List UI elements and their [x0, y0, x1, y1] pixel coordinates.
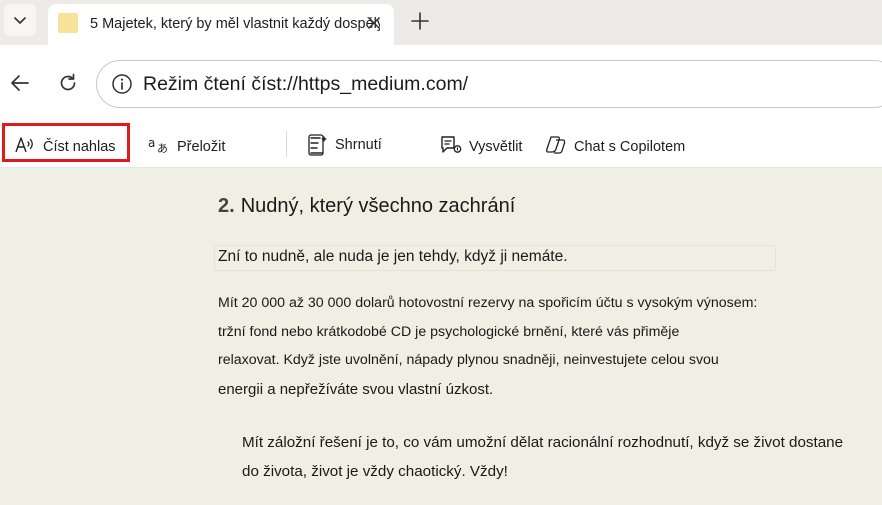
new-tab-button[interactable] — [404, 5, 436, 37]
tab-title: 5 Majetek, který by měl vlastnit každý d… — [90, 16, 380, 32]
back-arrow-icon — [11, 75, 29, 91]
explain-button[interactable]: Vysvětlit — [440, 129, 522, 161]
info-icon[interactable] — [111, 73, 133, 95]
paragraph-line: Mít 20 000 až 30 000 dolarů hotovostní r… — [218, 295, 758, 311]
svg-text:あ: あ — [157, 142, 168, 155]
address-bar[interactable]: Režim čtení číst://https_medium.com/ — [96, 60, 882, 108]
explain-label: Vysvětlit — [469, 139, 523, 155]
paragraph-line: tržní fond nebo krátkodobé CD je psychol… — [218, 324, 680, 340]
paragraph-line: relaxovat. Když jste uvolnění, nápady pl… — [218, 352, 719, 368]
quote-line: do života, život je vždy chaotický. Vždy… — [242, 463, 508, 480]
quote-line: Mít záložní řešení je to, co vám umožní … — [242, 434, 844, 451]
refresh-button[interactable] — [52, 67, 84, 99]
translate-label: Přeložit — [177, 139, 226, 155]
reader-content: 2. Nudný, který všechno zachrání Zní to n… — [0, 168, 882, 505]
chevron-down-icon — [14, 17, 26, 24]
heading-number: 2. — [218, 195, 235, 217]
translate-button[interactable]: a あ Přeložit — [148, 129, 225, 161]
svg-text:a: a — [148, 136, 155, 150]
summary-button[interactable]: Shrnutí — [308, 129, 382, 161]
intro-sentence: Zní to nudně, ale nuda je jen tehdy, kdy… — [218, 248, 568, 265]
explain-icon — [441, 136, 462, 153]
url-text: Režim čtení číst://https_medium.com/ — [143, 73, 469, 95]
toolbar-divider — [286, 131, 287, 157]
refresh-icon — [60, 73, 76, 91]
copilot-chat-button[interactable]: Chat s Copilotem — [545, 129, 685, 161]
back-button[interactable] — [4, 67, 36, 99]
active-tab[interactable]: 5 Majetek, který by měl vlastnit každý d… — [48, 4, 394, 45]
navigation-bar: Režim čtení číst://https_medium.com/ — [0, 45, 882, 123]
plus-icon — [411, 12, 429, 30]
reader-toolbar: Číst nahlas a あ Přeložit Shrnutí Vysvětl… — [0, 123, 882, 168]
tab-strip: 5 Majetek, který by měl vlastnit každý d… — [0, 0, 882, 45]
tab-close-button[interactable] — [364, 13, 384, 33]
copilot-icon — [546, 136, 566, 154]
read-aloud-button[interactable]: Číst nahlas — [14, 129, 116, 161]
tab-actions-button[interactable] — [4, 4, 36, 36]
translate-icon: a あ — [148, 136, 168, 155]
paragraph-line: energii a nepřežíváte svou vlastní úzkos… — [218, 381, 494, 398]
page-favicon-icon — [58, 13, 78, 33]
summary-icon — [308, 134, 327, 156]
heading-text: Nudný, který všechno zachrání — [240, 195, 516, 217]
read-aloud-icon — [15, 137, 33, 153]
copilot-chat-label: Chat s Copilotem — [574, 139, 686, 155]
read-aloud-label: Číst nahlas — [43, 139, 116, 155]
summary-label: Shrnutí — [335, 137, 382, 153]
close-icon — [368, 17, 380, 29]
article-heading: 2. Nudný, který všechno zachrání — [218, 195, 515, 218]
